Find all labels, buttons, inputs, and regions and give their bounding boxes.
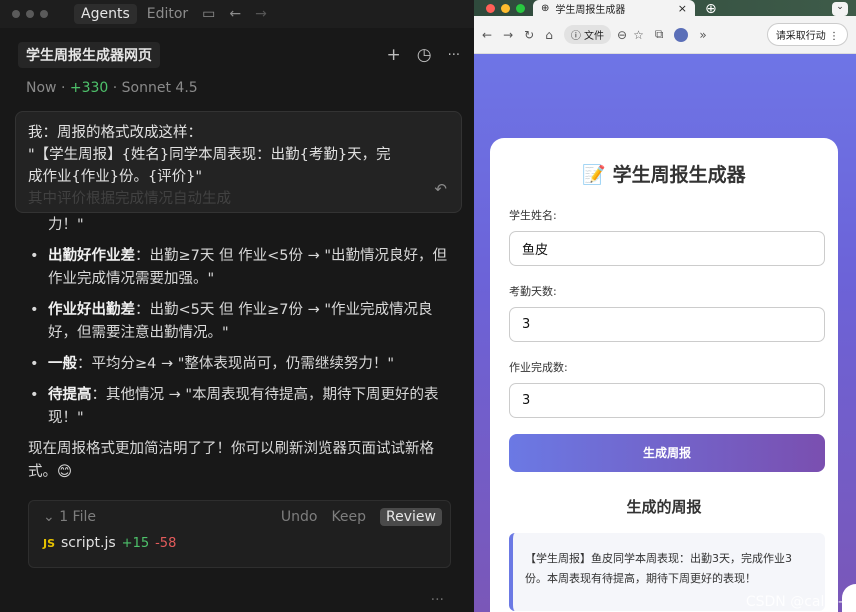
- address-bar-chip[interactable]: ⓘ 文件: [563, 25, 611, 44]
- profile-avatar[interactable]: [674, 27, 689, 42]
- list-item: 作业好出勤差：出勤<5天 但 作业≥7份 → "作业完成情况良好，但需要注意出勤…: [28, 299, 448, 345]
- file-name: script.js: [61, 535, 116, 551]
- generate-report-button[interactable]: 生成周报: [509, 434, 825, 472]
- forward-arrow-icon[interactable]: →: [255, 6, 267, 22]
- chat-title[interactable]: 学生周报生成器网页: [18, 42, 160, 68]
- more-icon[interactable]: ···: [448, 48, 460, 63]
- review-button[interactable]: Review: [380, 508, 442, 526]
- report-generator-card: 📝 学生周报生成器 学生姓名: 鱼皮 考勤天数: 3 作业完成数: 3 生成周报…: [490, 138, 838, 612]
- list-item: 一般：平均分≥4 → "整体表现尚可，仍需继续努力！": [28, 353, 448, 376]
- new-tab-icon[interactable]: ⊕: [705, 2, 717, 16]
- tab-editor[interactable]: Editor: [147, 6, 188, 22]
- chat-title-row: 学生周报生成器网页 + ◷ ···: [18, 42, 460, 68]
- keep-button[interactable]: Keep: [331, 509, 366, 525]
- deletions-count: -58: [155, 535, 177, 551]
- name-input[interactable]: 鱼皮: [509, 231, 825, 266]
- name-label: 学生姓名:: [509, 209, 557, 222]
- javascript-file-icon: JS: [43, 536, 56, 550]
- browser-toolbar: ← → ↻ ⌂ ⓘ 文件 ⊖ ☆ ⧉ » 请采取行动 ⋮: [474, 16, 856, 54]
- homework-input[interactable]: 3: [509, 383, 825, 418]
- tab-search-icon[interactable]: ⌄: [832, 2, 848, 16]
- web-page: 📝 学生周报生成器 学生姓名: 鱼皮 考勤天数: 3 作业完成数: 3 生成周报…: [474, 54, 856, 612]
- back-icon[interactable]: ←: [482, 28, 492, 42]
- page-title: 📝 学生周报生成器: [582, 164, 746, 186]
- summary-text: 现在周报格式更加简洁明了了！你可以刷新浏览器页面试试新格式。😊: [28, 441, 434, 480]
- continuation-text: 力！": [48, 217, 84, 233]
- forward-icon[interactable]: →: [503, 28, 513, 42]
- zoom-window-button[interactable]: [516, 4, 525, 13]
- chat-meta: Now · +330 · Sonnet 4.5: [26, 80, 198, 96]
- list-item: 待提高：其他情况 → "本周表现有待提高，期待下周更好的表现！": [28, 384, 448, 430]
- homework-label: 作业完成数:: [509, 361, 568, 374]
- browser-tab-strip: ⊕ 学生周报生成器 × ⊕ ⌄: [474, 0, 856, 16]
- window-controls: [474, 4, 533, 16]
- bookmark-star-icon[interactable]: ☆: [633, 28, 644, 42]
- result-heading: 生成的周报: [626, 498, 702, 516]
- back-arrow-icon[interactable]: ←: [229, 6, 241, 22]
- browser-window: ⊕ 学生周报生成器 × ⊕ ⌄ ← → ↻ ⌂ ⓘ 文件 ⊖ ☆ ⧉ » 请采取…: [474, 0, 856, 612]
- attendance-input[interactable]: 3: [509, 307, 825, 342]
- list-item: 出勤好作业差：出勤≥7天 但 作业<5份 → "出勤情况良好，但作业完成情况需要…: [28, 245, 448, 291]
- file-changes-panel: ⌄ 1 File Undo Keep Review JS script.js +…: [28, 500, 451, 568]
- additions-count: +15: [121, 535, 150, 551]
- globe-icon: ⊕: [541, 2, 550, 14]
- tab-agents[interactable]: Agents: [74, 4, 137, 24]
- minimize-window-button[interactable]: [501, 4, 510, 13]
- more-tools-icon[interactable]: »: [699, 28, 706, 42]
- window-controls: [12, 10, 48, 18]
- editor-topbar: Agents Editor ▭ ← →: [0, 0, 474, 28]
- attendance-label: 考勤天数:: [509, 285, 557, 298]
- changed-file-row[interactable]: JS script.js +15 -58: [29, 533, 450, 553]
- home-icon[interactable]: ⌂: [545, 28, 553, 42]
- reload-icon[interactable]: ↻: [524, 28, 534, 42]
- close-tab-icon[interactable]: ×: [678, 2, 687, 15]
- action-required-button[interactable]: 请采取行动 ⋮: [766, 23, 848, 46]
- agent-panel: Agents Editor ▭ ← → 学生周报生成器网页 + ◷ ··· No…: [0, 0, 474, 612]
- watermark: CSDN @calm-1: [745, 594, 852, 610]
- extensions-icon[interactable]: ⧉: [655, 27, 664, 42]
- history-clock-icon[interactable]: ◷: [417, 45, 432, 65]
- user-message[interactable]: 我：周报的格式改成这样： "【学生周报】{姓名}同学本周表现：出勤{考勤}天，完…: [15, 111, 462, 213]
- undo-button[interactable]: Undo: [281, 509, 318, 525]
- revert-icon[interactable]: ↶: [434, 178, 447, 200]
- agent-response: 力！" 出勤好作业差：出勤≥7天 但 作业<5份 → "出勤情况良好，但作业完成…: [28, 214, 448, 484]
- more-icon[interactable]: ...: [431, 588, 444, 604]
- plus-icon[interactable]: +: [387, 45, 401, 65]
- file-count-toggle[interactable]: ⌄ 1 File: [43, 509, 96, 525]
- close-window-button[interactable]: [486, 4, 495, 13]
- sidebar-toggle-icon[interactable]: ▭: [202, 6, 215, 22]
- zoom-icon[interactable]: ⊖: [617, 28, 627, 42]
- browser-tab[interactable]: ⊕ 学生周报生成器 ×: [533, 0, 695, 16]
